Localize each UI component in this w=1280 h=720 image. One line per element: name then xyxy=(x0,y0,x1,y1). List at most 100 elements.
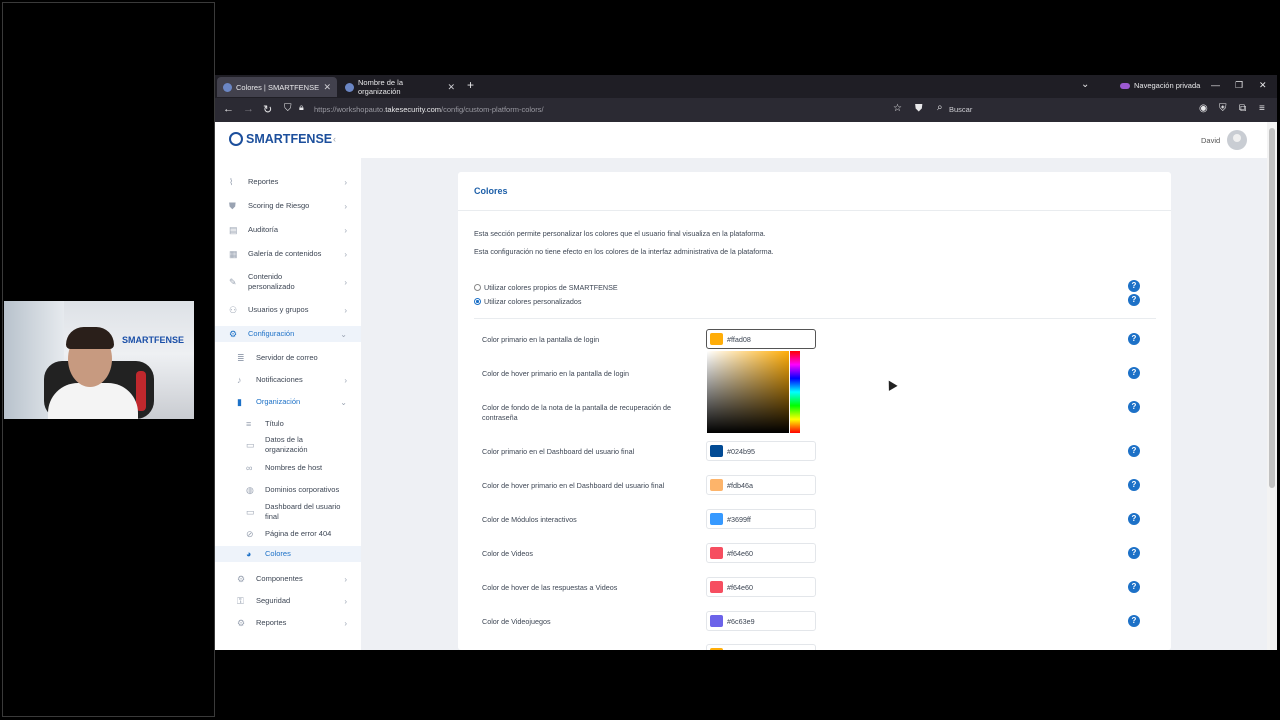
brand-logo[interactable]: SMARTFENSE xyxy=(229,132,332,146)
radio-custom-colors[interactable]: Utilizar colores personalizados xyxy=(474,297,581,306)
close-tab-icon[interactable]: ✕ xyxy=(323,82,331,93)
search-box[interactable]: ⌕ Buscar xyxy=(935,101,1185,119)
saturation-value-area[interactable] xyxy=(707,351,789,433)
help-icon[interactable]: ? xyxy=(1128,401,1140,413)
sidebar-item-componentes[interactable]: ⚙ Componentes › xyxy=(215,573,361,585)
color-swatch[interactable] xyxy=(710,581,723,593)
sidebar-item-reportes[interactable]: ⌇ Reportes › xyxy=(215,176,361,188)
back-icon[interactable]: ← xyxy=(223,103,234,115)
help-icon[interactable]: ? xyxy=(1128,513,1140,525)
chevron-right-icon: › xyxy=(344,574,347,584)
color-row-label: Color primario en el Dashboard del usuar… xyxy=(482,447,635,456)
sidebar-item-error404[interactable]: ⊘ Página de error 404 xyxy=(215,528,361,540)
sidebar-item-galeria[interactable]: ▦ Galería de contenidos › xyxy=(215,248,361,260)
hue-slider[interactable] xyxy=(790,351,800,433)
extension-shield-icon[interactable]: ⛨ xyxy=(1219,103,1227,114)
users-icon: ⚇ xyxy=(229,305,238,315)
avatar[interactable] xyxy=(1227,130,1247,150)
sidebar-item-configuracion[interactable]: ⚙ Configuración ⌄ xyxy=(215,326,361,342)
url-bar[interactable]: 🔒︎ https://workshopauto.takesecurity.com… xyxy=(299,101,909,119)
sidebar-item-servidor[interactable]: ≣ Servidor de correo xyxy=(215,352,361,364)
list-tabs-icon[interactable]: ⌄ xyxy=(1081,79,1089,90)
color-input[interactable]: #f64e60 xyxy=(706,543,816,563)
tracking-shield-icon[interactable]: ⛉ xyxy=(284,103,292,114)
edit-icon: ✎ xyxy=(229,277,237,287)
reload-icon[interactable]: ↻ xyxy=(263,103,272,116)
lock-icon: ⚿ xyxy=(237,596,244,606)
audit-icon: ▤ xyxy=(229,225,238,235)
color-input[interactable]: #3699ff xyxy=(706,509,816,529)
tab-label: Nombre de la organización xyxy=(357,78,404,96)
minimize-icon[interactable]: — xyxy=(1211,80,1220,90)
help-icon[interactable]: ? xyxy=(1128,367,1140,379)
sidebar-item-reportes-config[interactable]: ⚙ Reportes › xyxy=(215,617,361,629)
radio-button-checked[interactable] xyxy=(474,298,481,305)
page-scrollbar[interactable] xyxy=(1267,122,1277,650)
server-icon: ≣ xyxy=(237,353,245,363)
help-icon[interactable]: ? xyxy=(1128,581,1140,593)
radio-button[interactable] xyxy=(474,284,481,291)
pocket-icon[interactable]: ⛊ xyxy=(915,103,923,114)
lock-icon[interactable]: 🔒︎ xyxy=(299,102,304,113)
color-input-partial[interactable] xyxy=(706,644,816,650)
colors-card: Colores Esta sección permite personaliza… xyxy=(458,172,1171,650)
chevron-right-icon: › xyxy=(344,305,347,315)
chevron-right-icon: › xyxy=(344,596,347,606)
private-mask-icon xyxy=(1120,82,1130,89)
extensions-icon[interactable]: ⧉ xyxy=(1239,103,1246,114)
menu-icon[interactable]: ≡ xyxy=(1259,103,1265,114)
close-window-icon[interactable]: ✕ xyxy=(1259,80,1267,91)
forward-icon[interactable]: → xyxy=(243,103,254,115)
sidebar-item-datos[interactable]: ▭ Datos de la organización xyxy=(215,435,361,455)
help-icon[interactable]: ? xyxy=(1128,615,1140,627)
collapse-sidebar-icon[interactable]: ‹ xyxy=(333,134,336,144)
help-icon[interactable]: ? xyxy=(1128,479,1140,491)
color-swatch[interactable] xyxy=(710,445,723,457)
color-input[interactable]: #fdb46a xyxy=(706,475,816,495)
tab-colores[interactable]: Colores | SMARTFENSE ✕ xyxy=(217,77,337,97)
color-row-label: Color de Videos xyxy=(482,549,534,558)
sidebar-item-auditoria[interactable]: ▤ Auditoría › xyxy=(215,224,361,236)
help-icon[interactable]: ? xyxy=(1128,547,1140,559)
sidebar-item-notificaciones[interactable]: ♪ Notificaciones › xyxy=(215,374,361,386)
help-icon[interactable]: ? xyxy=(1128,333,1140,345)
sidebar-item-dashboard[interactable]: ▭ Dashboard del usuario final xyxy=(215,502,361,522)
color-swatch[interactable] xyxy=(710,333,723,345)
color-swatch[interactable] xyxy=(710,479,723,491)
sidebar-item-colores[interactable]: ◕ Colores xyxy=(215,546,361,562)
tab-organizacion[interactable]: Nombre de la organización ✕ xyxy=(339,77,461,97)
color-input[interactable]: #024b95 xyxy=(706,441,816,461)
help-icon[interactable]: ? xyxy=(1128,445,1140,457)
bookmark-star-icon[interactable]: ☆ xyxy=(893,103,902,114)
color-input[interactable]: #f64e60 xyxy=(706,577,816,597)
help-icon[interactable]: ? xyxy=(1128,280,1140,292)
sidebar-item-seguridad[interactable]: ⚿ Seguridad › xyxy=(215,595,361,607)
user-name[interactable]: David xyxy=(1201,136,1220,145)
restore-icon[interactable]: ❐ xyxy=(1235,80,1243,91)
color-row-label: Color de Videojuegos xyxy=(482,617,551,626)
sidebar-item-titulo[interactable]: ≡ Título xyxy=(215,418,361,430)
sidebar-item-organizacion[interactable]: ▮ Organización ⌄ xyxy=(215,396,361,408)
sidebar-item-hosts[interactable]: ∞ Nombres de host xyxy=(215,462,361,474)
new-tab-icon[interactable]: + xyxy=(467,78,474,92)
sidebar-item-dominios[interactable]: ◍ Dominios corporativos xyxy=(215,484,361,496)
chart-icon: ⌇ xyxy=(229,177,234,187)
help-icon[interactable]: ? xyxy=(1128,294,1140,306)
color-swatch[interactable] xyxy=(710,513,723,525)
color-swatch[interactable] xyxy=(710,648,723,650)
color-swatch[interactable] xyxy=(710,547,723,559)
color-input[interactable]: #6c63e9 xyxy=(706,611,816,631)
radio-default-colors[interactable]: Utilizar colores propios de SMARTFENSE xyxy=(474,283,618,292)
url-text[interactable]: https://workshopauto.takesecurity.com/co… xyxy=(314,105,544,114)
color-swatch[interactable] xyxy=(710,615,723,627)
sidebar-item-contenido[interactable]: ✎ Contenido personalizado › xyxy=(215,272,361,292)
close-tab-icon[interactable]: ✕ xyxy=(447,82,455,93)
color-picker-popup[interactable] xyxy=(706,350,802,435)
sidebar-item-usuarios[interactable]: ⚇ Usuarios y grupos › xyxy=(215,304,361,316)
page-title: Colores xyxy=(474,186,508,196)
scrollbar-thumb[interactable] xyxy=(1269,128,1275,488)
color-input[interactable]: #ffad08 xyxy=(706,329,816,349)
sidebar-item-scoring[interactable]: ⛊ Scoring de Riesgo › xyxy=(215,200,361,212)
account-icon[interactable]: ◉ xyxy=(1199,103,1208,114)
gallery-icon: ▦ xyxy=(229,249,238,259)
